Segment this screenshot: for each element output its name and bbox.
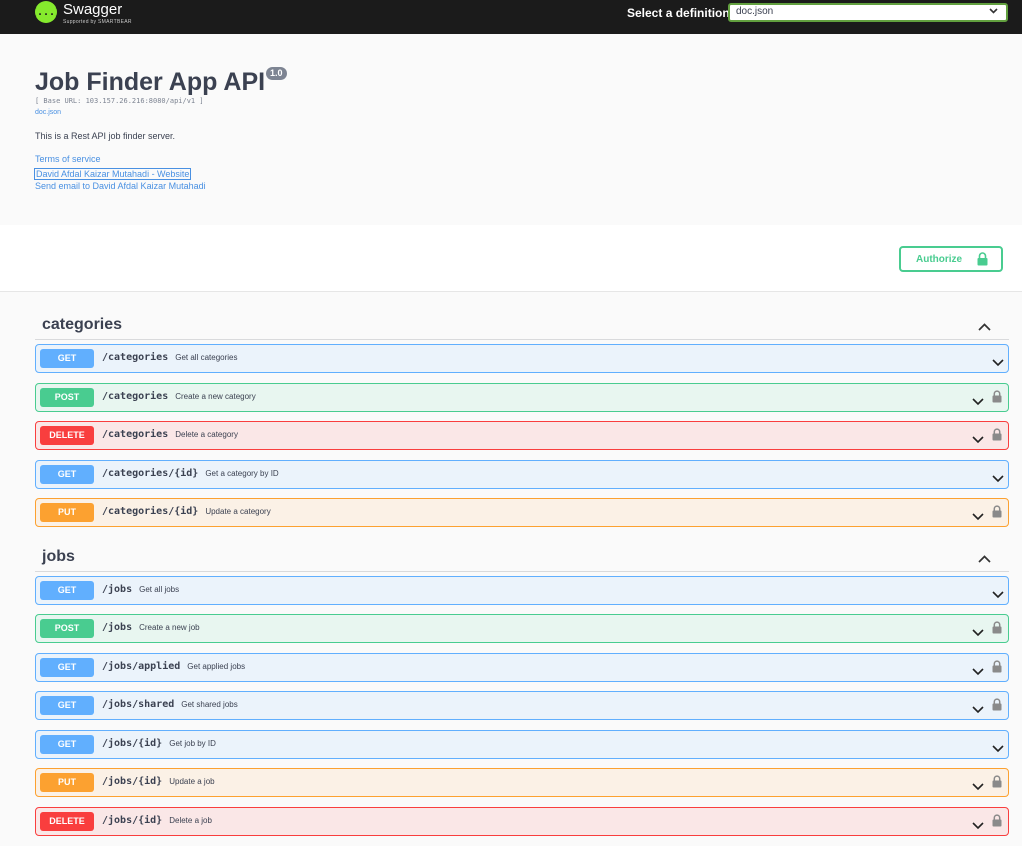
operation-path: /jobs/{id} Delete a job bbox=[102, 815, 212, 826]
lock-icon[interactable] bbox=[992, 698, 1002, 716]
operation-path: /categories/{id} Get a category by ID bbox=[102, 468, 279, 479]
method-badge: GET bbox=[40, 735, 94, 754]
terms-of-service-link[interactable]: Terms of service bbox=[35, 154, 101, 164]
info-section: Job Finder App API 1.0 [ Base URL: 103.1… bbox=[0, 34, 1022, 225]
operation-path: /jobs Get all jobs bbox=[102, 584, 180, 595]
operation-summary: Update a job bbox=[169, 777, 215, 786]
select-definition-label: Select a definition bbox=[627, 6, 730, 20]
operation-get-job-by-id[interactable]: GET /jobs/{id} Get job by ID bbox=[35, 730, 1009, 759]
method-badge: GET bbox=[40, 465, 94, 484]
definition-select-value: doc.json bbox=[736, 6, 774, 17]
operation-path: /jobs/{id} Update a job bbox=[102, 776, 215, 787]
operation-summary: Get job by ID bbox=[169, 739, 216, 748]
chevron-down-icon[interactable] bbox=[972, 393, 984, 411]
operation-delete-job[interactable]: DELETE /jobs/{id} Delete a job bbox=[35, 807, 1009, 836]
chevron-down-icon[interactable] bbox=[992, 740, 1004, 758]
operation-put-job[interactable]: PUT /jobs/{id} Update a job bbox=[35, 768, 1009, 797]
operation-delete-categories[interactable]: DELETE /categories Delete a category bbox=[35, 421, 1009, 450]
operation-summary: Create a new category bbox=[175, 392, 256, 401]
email-link[interactable]: Send email to David Afdal Kaizar Mutahad… bbox=[35, 181, 206, 191]
tag-name: categories bbox=[42, 316, 123, 333]
website-link[interactable]: David Afdal Kaizar Mutahadi - Website bbox=[34, 168, 192, 180]
lock-icon[interactable] bbox=[992, 621, 1002, 639]
chevron-down-icon bbox=[989, 6, 998, 16]
chevron-down-icon[interactable] bbox=[972, 508, 984, 526]
chevron-down-icon[interactable] bbox=[972, 663, 984, 681]
operation-summary: Delete a job bbox=[169, 816, 212, 825]
method-badge: DELETE bbox=[40, 812, 94, 831]
method-badge: POST bbox=[40, 388, 94, 407]
lock-icon[interactable] bbox=[992, 660, 1002, 678]
operation-summary: Get shared jobs bbox=[181, 700, 238, 709]
method-badge: GET bbox=[40, 349, 94, 368]
chevron-down-icon[interactable] bbox=[972, 431, 984, 449]
operation-summary: Create a new job bbox=[139, 623, 200, 632]
operation-get-jobs-shared[interactable]: GET /jobs/shared Get shared jobs bbox=[35, 691, 1009, 720]
version-badge: 1.0 bbox=[266, 67, 287, 80]
chevron-down-icon[interactable] bbox=[992, 354, 1004, 372]
operation-path: /categories Delete a category bbox=[102, 429, 238, 440]
chevron-down-icon[interactable] bbox=[992, 470, 1004, 488]
lock-icon[interactable] bbox=[992, 428, 1002, 446]
operation-summary: Delete a category bbox=[175, 430, 238, 439]
operation-path: /categories Get all categories bbox=[102, 352, 238, 363]
operation-path: /jobs/{id} Get job by ID bbox=[102, 738, 216, 749]
chevron-down-icon[interactable] bbox=[972, 624, 984, 642]
chevron-down-icon[interactable] bbox=[972, 701, 984, 719]
lock-icon[interactable] bbox=[992, 390, 1002, 408]
method-badge: PUT bbox=[40, 503, 94, 522]
authorize-button[interactable]: Authorize bbox=[899, 246, 1003, 272]
chevron-down-icon[interactable] bbox=[972, 817, 984, 835]
operation-put-category[interactable]: PUT /categories/{id} Update a category bbox=[35, 498, 1009, 527]
operation-summary: Get a category by ID bbox=[205, 469, 279, 478]
operation-path: /categories Create a new category bbox=[102, 391, 256, 402]
operation-summary: Update a category bbox=[205, 507, 271, 516]
logo-subtitle: Supported by SMARTBEAR bbox=[63, 19, 132, 25]
lock-icon[interactable] bbox=[992, 505, 1002, 523]
operation-path: /jobs Create a new job bbox=[102, 622, 200, 633]
operation-get-jobs-applied[interactable]: GET /jobs/applied Get applied jobs bbox=[35, 653, 1009, 682]
chevron-up-icon bbox=[978, 318, 991, 336]
method-badge: GET bbox=[40, 696, 94, 715]
authorize-label: Authorize bbox=[916, 254, 963, 265]
operation-get-category-by-id[interactable]: GET /categories/{id} Get a category by ID bbox=[35, 460, 1009, 489]
lock-icon bbox=[977, 252, 988, 269]
lock-icon[interactable] bbox=[992, 775, 1002, 793]
chevron-down-icon[interactable] bbox=[972, 778, 984, 796]
method-badge: GET bbox=[40, 581, 94, 600]
operation-path: /categories/{id} Update a category bbox=[102, 506, 271, 517]
tag-categories[interactable]: categories bbox=[35, 310, 1009, 340]
method-badge: POST bbox=[40, 619, 94, 638]
operation-get-jobs[interactable]: GET /jobs Get all jobs bbox=[35, 576, 1009, 605]
method-badge: PUT bbox=[40, 773, 94, 792]
chevron-up-icon bbox=[978, 550, 991, 568]
scheme-container: Authorize bbox=[0, 225, 1022, 292]
chevron-down-icon[interactable] bbox=[992, 586, 1004, 604]
operation-summary: Get applied jobs bbox=[187, 662, 246, 671]
tag-name: jobs bbox=[42, 548, 75, 565]
logo-title[interactable]: Swagger bbox=[63, 1, 122, 18]
definition-select[interactable]: doc.json bbox=[728, 3, 1008, 22]
operation-get-categories[interactable]: GET /categories Get all categories bbox=[35, 344, 1009, 373]
topbar: {...} Swagger Supported by SMARTBEAR Sel… bbox=[0, 0, 1022, 34]
operation-summary: Get all jobs bbox=[139, 585, 180, 594]
operation-post-jobs[interactable]: POST /jobs Create a new job bbox=[35, 614, 1009, 643]
swagger-logo-icon[interactable]: {...} bbox=[31, 1, 61, 23]
tag-jobs[interactable]: jobs bbox=[35, 542, 1009, 572]
api-title: Job Finder App API bbox=[35, 68, 266, 96]
operation-path: /jobs/shared Get shared jobs bbox=[102, 699, 238, 710]
operation-path: /jobs/applied Get applied jobs bbox=[102, 661, 246, 672]
method-badge: GET bbox=[40, 658, 94, 677]
lock-icon[interactable] bbox=[992, 814, 1002, 832]
base-url: [ Base URL: 103.157.26.216:8080/api/v1 ] bbox=[35, 97, 204, 105]
method-badge: DELETE bbox=[40, 426, 94, 445]
operation-summary: Get all categories bbox=[175, 353, 238, 362]
operation-post-categories[interactable]: POST /categories Create a new category bbox=[35, 383, 1009, 412]
api-description: This is a Rest API job finder server. bbox=[35, 131, 176, 141]
doc-json-link[interactable]: doc.json bbox=[35, 109, 61, 116]
